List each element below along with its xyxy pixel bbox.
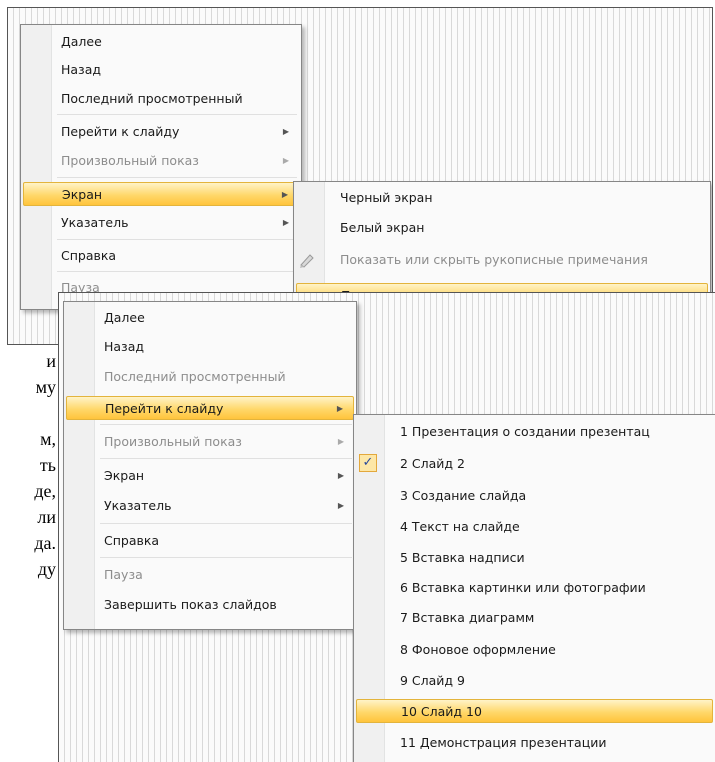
text-fragment: ду [37, 559, 56, 579]
menu-item-black-screen[interactable]: Черный экран [296, 186, 708, 210]
menu-item-label: Белый экран [340, 220, 425, 235]
menu-item-pause[interactable]: Пауза [66, 563, 354, 587]
menu-item-slide-6[interactable]: 6 Вставка картинки или фотографии [356, 576, 713, 600]
menu-item-pointer[interactable]: Указатель ▶ [66, 494, 354, 518]
menu-item-label: Справка [61, 248, 117, 263]
menu-item-screen[interactable]: Экран ▶ [23, 182, 299, 206]
menu-item-next[interactable]: Далее [66, 306, 354, 330]
menu-separator [57, 239, 297, 240]
menu-item-label: Назад [61, 62, 102, 77]
menu-item-label: 11 Демонстрация презентации [400, 735, 607, 750]
submenu-arrow-icon: ▶ [282, 127, 289, 136]
menu-item-back[interactable]: Назад [23, 58, 299, 82]
menu-separator [100, 424, 352, 425]
menu-item-label: Последний просмотренный [104, 369, 286, 384]
text-fragment: ть [39, 455, 56, 475]
context-menu: Далее Назад Последний просмотренный Пере… [63, 301, 357, 630]
menu-item-go-to-slide[interactable]: Перейти к слайду ▶ [23, 120, 299, 144]
menu-separator [57, 114, 297, 115]
menu-item-label: 1 Презентация о создании презентац [400, 424, 650, 439]
menu-item-label: Показать или скрыть рукописные примечани… [340, 252, 648, 267]
menu-item-label: Далее [61, 34, 102, 49]
menu-item-label: Перейти к слайду [61, 124, 180, 139]
checkmark-icon: ✓ [359, 454, 377, 472]
menu-item-help[interactable]: Справка [23, 244, 299, 268]
menu-item-slide-10[interactable]: 10 Слайд 10 [356, 699, 713, 723]
screenshot-go-to-slide-menu: Далее Назад Последний просмотренный Пере… [58, 292, 715, 762]
submenu-arrow-icon: ▶ [282, 156, 289, 165]
menu-item-slide-5[interactable]: 5 Вставка надписи [356, 546, 713, 570]
text-fragment [0, 400, 60, 426]
menu-separator [100, 557, 352, 558]
menu-item-label: Пауза [104, 567, 143, 582]
menu-item-label: Перейти к слайду [105, 401, 224, 416]
menu-item-back[interactable]: Назад [66, 335, 354, 359]
context-menu: Далее Назад Последний просмотренный Пере… [20, 24, 302, 310]
text-fragment: де, [34, 481, 56, 501]
menu-item-help[interactable]: Справка [66, 529, 354, 553]
submenu-arrow-icon: ▶ [336, 404, 343, 413]
menu-item-custom-show[interactable]: Произвольный показ ▶ [66, 430, 354, 454]
menu-item-label: Указатель [104, 498, 172, 513]
menu-item-slide-8[interactable]: 8 Фоновое оформление [356, 638, 713, 662]
menu-item-last-viewed[interactable]: Последний просмотренный [66, 365, 354, 389]
menu-item-slide-1[interactable]: 1 Презентация о создании презентац [356, 420, 713, 444]
submenu-arrow-icon: ▶ [337, 501, 344, 510]
menu-item-screen[interactable]: Экран ▶ [66, 464, 354, 488]
menu-item-label: 7 Вставка диаграмм [400, 610, 535, 625]
menu-item-label: Произвольный показ [61, 153, 199, 168]
menu-item-slide-11[interactable]: 11 Демонстрация презентации [356, 731, 713, 755]
menu-separator [57, 271, 297, 272]
menu-item-label: 10 Слайд 10 [401, 704, 482, 719]
text-fragment: да. [34, 533, 56, 553]
menu-item-slide-9[interactable]: 9 Слайд 9 [356, 669, 713, 693]
menu-item-label: Далее [104, 310, 145, 325]
menu-item-last-viewed[interactable]: Последний просмотренный [23, 87, 299, 111]
menu-item-slide-4[interactable]: 4 Текст на слайде [356, 515, 713, 539]
document-text: и му м, ть де, ли да. ду [0, 348, 60, 582]
menu-separator [57, 177, 297, 178]
menu-item-label: 6 Вставка картинки или фотографии [400, 580, 646, 595]
pen-icon [300, 254, 314, 268]
menu-item-label: Справка [104, 533, 160, 548]
menu-item-label: Назад [104, 339, 145, 354]
submenu-arrow-icon: ▶ [337, 471, 344, 480]
menu-item-label: 5 Вставка надписи [400, 550, 525, 565]
submenu-arrow-icon: ▶ [337, 437, 344, 446]
menu-item-label: Произвольный показ [104, 434, 242, 449]
menu-item-label: Завершить показ слайдов [104, 597, 277, 612]
menu-item-custom-show[interactable]: Произвольный показ ▶ [23, 149, 299, 173]
menu-item-next[interactable]: Далее [23, 30, 299, 54]
text-fragment: ли [37, 507, 56, 527]
menu-item-slide-2[interactable]: ✓ 2 Слайд 2 [356, 452, 713, 476]
menu-item-pointer[interactable]: Указатель ▶ [23, 211, 299, 235]
menu-item-label: 4 Текст на слайде [400, 519, 520, 534]
menu-item-white-screen[interactable]: Белый экран [296, 216, 708, 240]
menu-item-slide-3[interactable]: 3 Создание слайда [356, 484, 713, 508]
menu-separator [100, 523, 352, 524]
menu-item-label: Последний просмотренный [61, 91, 243, 106]
menu-item-label: Экран [104, 468, 145, 483]
menu-item-slide-7[interactable]: 7 Вставка диаграмм [356, 606, 713, 630]
menu-item-label: 9 Слайд 9 [400, 673, 465, 688]
submenu-arrow-icon: ▶ [282, 218, 289, 227]
menu-separator [100, 458, 352, 459]
menu-item-label: 2 Слайд 2 [400, 456, 465, 471]
menu-item-label: 3 Создание слайда [400, 488, 527, 503]
menu-item-label: Черный экран [340, 190, 433, 205]
text-fragment: му [35, 377, 56, 397]
menu-item-go-to-slide[interactable]: Перейти к слайду ▶ [66, 396, 354, 420]
text-fragment: м, [40, 429, 56, 449]
menu-item-label: Экран [62, 187, 103, 202]
slides-submenu: 1 Презентация о создании презентац ✓ 2 С… [353, 414, 715, 762]
submenu-arrow-icon: ▶ [281, 190, 288, 199]
menu-item-show-hide-ink[interactable]: Показать или скрыть рукописные примечани… [296, 248, 708, 272]
text-fragment: и [46, 351, 56, 371]
menu-item-label: Указатель [61, 215, 129, 230]
menu-item-end-show[interactable]: Завершить показ слайдов [66, 593, 354, 617]
menu-item-label: 8 Фоновое оформление [400, 642, 556, 657]
